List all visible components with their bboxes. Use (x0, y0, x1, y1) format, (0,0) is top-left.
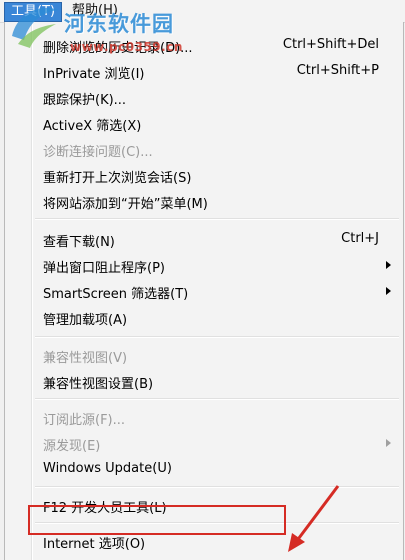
menu-item-activex-filtering[interactable]: ActiveX 筛选(X) (5, 110, 403, 136)
menu-separator (35, 218, 399, 220)
menu-separator (35, 398, 399, 400)
submenu-arrow-icon (386, 287, 391, 295)
menu-item-label: SmartScreen 筛选器(T) (43, 287, 189, 302)
menu-item-label: 兼容性视图设置(B) (43, 377, 154, 392)
submenu-arrow-icon (386, 439, 391, 447)
menu-item-add-to-start[interactable]: 将网站添加到“开始”菜单(M) (5, 188, 403, 214)
menu-item-shortcut: Ctrl+Shift+Del (282, 37, 379, 52)
menu-item-subscribe-feed: 订阅此源(F)... (5, 404, 403, 430)
menu-separator (35, 336, 399, 338)
menu-item-compatibility-view: 兼容性视图(V) (5, 342, 403, 368)
menu-separator (35, 486, 399, 488)
menu-item-label: InPrivate 浏览(I) (43, 67, 145, 82)
menu-item-label: 跟踪保护(K)... (43, 93, 127, 108)
menu-item-label: 管理加载项(A) (43, 313, 128, 328)
menu-item-label: 订阅此源(F)... (43, 413, 126, 428)
menu-item-reopen-last-session[interactable]: 重新打开上次浏览会话(S) (5, 162, 403, 188)
menu-item-feed-discovery: 源发现(E) (5, 430, 403, 456)
menu-item-shortcut: Ctrl+Shift+P (296, 63, 379, 78)
submenu-arrow-icon (386, 261, 391, 269)
menu-item-label: 查看下载(N) (43, 235, 115, 250)
menubar-tools[interactable]: 工具(T) (4, 2, 63, 22)
menu-item-label: 将网站添加到“开始”菜单(M) (43, 197, 208, 212)
menu-item-view-downloads[interactable]: 查看下载(N) Ctrl+J (5, 226, 403, 252)
menu-item-smartscreen-filter[interactable]: SmartScreen 筛选器(T) (5, 278, 403, 304)
menu-item-shortcut: Ctrl+J (341, 231, 379, 246)
menu-item-delete-history[interactable]: 删除浏览的历史记录(D)... Ctrl+Shift+Del (5, 32, 403, 58)
menu-item-windows-update[interactable]: Windows Update(U) (5, 456, 403, 482)
menu-item-label: 源发现(E) (43, 439, 101, 454)
menu-item-label: 删除浏览的历史记录(D)... (43, 41, 193, 56)
menu-item-label: 诊断连接问题(C)... (43, 145, 153, 160)
internet-options-highlight-box (28, 505, 286, 535)
menu-item-manage-addons[interactable]: 管理加载项(A) (5, 304, 403, 330)
menu-item-inprivate[interactable]: InPrivate 浏览(I) Ctrl+Shift+P (5, 58, 403, 84)
menu-item-label: Windows Update(U) (43, 461, 172, 476)
menu-item-label: Internet 选项(O) (43, 537, 146, 552)
menubar-help[interactable]: 帮助(H) (66, 2, 124, 20)
menu-item-label: 弹出窗口阻止程序(P) (43, 261, 165, 276)
menu-item-label: 兼容性视图(V) (43, 351, 128, 366)
menu-item-diagnose-connection: 诊断连接问题(C)... (5, 136, 403, 162)
tools-dropdown-menu: 删除浏览的历史记录(D)... Ctrl+Shift+Del InPrivate… (4, 22, 404, 560)
menu-item-tracking-protection[interactable]: 跟踪保护(K)... (5, 84, 403, 110)
menu-bar: 工具(T) 帮助(H) (0, 0, 405, 23)
menu-item-label: 重新打开上次浏览会话(S) (43, 171, 192, 186)
menu-item-compatibility-view-settings[interactable]: 兼容性视图设置(B) (5, 368, 403, 394)
menu-item-label: ActiveX 筛选(X) (43, 119, 142, 134)
menu-item-popup-blocker[interactable]: 弹出窗口阻止程序(P) (5, 252, 403, 278)
